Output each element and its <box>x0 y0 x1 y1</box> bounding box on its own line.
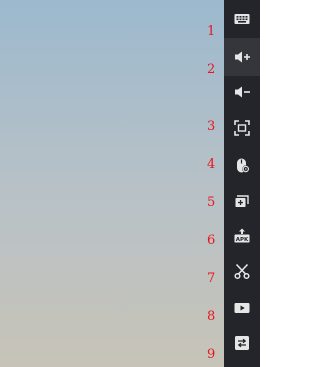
annotation-number-5: 5 <box>207 195 216 210</box>
annotation-number-1: 1 <box>207 24 216 39</box>
annotation-number-6: 6 <box>207 233 216 248</box>
mouse-settings-button[interactable] <box>224 146 260 184</box>
video-record-button[interactable] <box>224 289 260 327</box>
scissors-button[interactable] <box>224 252 260 290</box>
annotation-number-3: 3 <box>207 119 216 134</box>
scissors-icon <box>234 263 250 280</box>
annotation-number-7: 7 <box>207 271 216 286</box>
annotation-number-2: 2 <box>207 62 216 77</box>
install-apk-button[interactable]: APK <box>224 217 260 255</box>
svg-text:APK: APK <box>236 237 249 243</box>
volume-up-button[interactable] <box>224 38 260 76</box>
annotation-number-9: 9 <box>207 347 216 362</box>
mouse-settings-icon <box>237 158 250 173</box>
screenshot-button[interactable] <box>224 109 260 147</box>
add-window-button[interactable] <box>224 182 260 220</box>
add-window-icon <box>235 195 249 207</box>
volume-down-icon <box>235 86 250 98</box>
install-apk-icon: APK <box>234 228 250 243</box>
screenshot-icon <box>234 120 250 136</box>
volume-down-button[interactable] <box>224 73 260 111</box>
annotation-number-8: 8 <box>207 309 216 324</box>
annotation-number-4: 4 <box>207 157 216 172</box>
side-toolbar: APK <box>224 0 260 367</box>
keyboard-icon <box>234 14 250 24</box>
settings-sliders-button[interactable] <box>224 324 260 362</box>
emulator-screen[interactable] <box>0 0 224 367</box>
video-record-icon <box>234 303 250 313</box>
volume-up-icon <box>235 51 250 63</box>
settings-sliders-icon <box>235 336 249 350</box>
annotation-numbers: 1 2 3 4 5 6 7 8 9 <box>198 0 224 367</box>
keyboard-button[interactable] <box>224 0 260 38</box>
